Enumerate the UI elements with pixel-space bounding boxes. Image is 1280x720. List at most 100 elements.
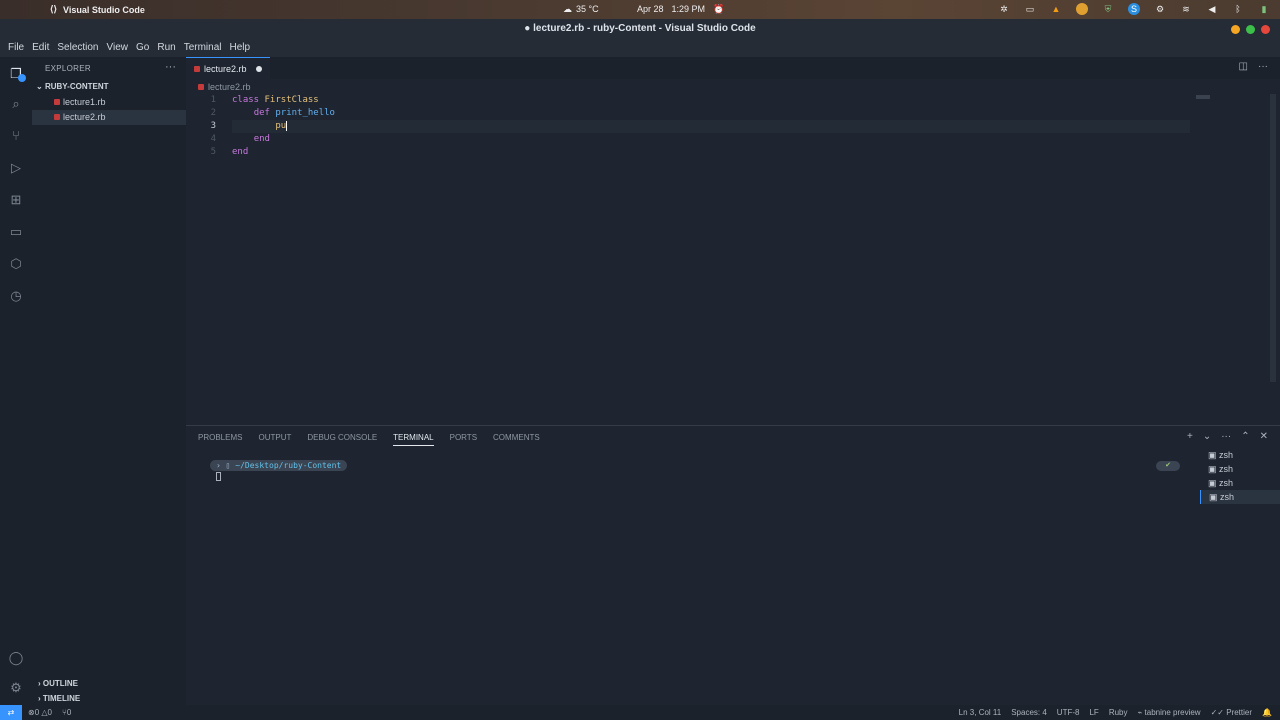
terminal-prompt: › ▯ ~/Desktop/ruby-Content: [210, 460, 348, 471]
ruby-file-icon: [54, 99, 60, 105]
code-line: 3 pu: [186, 120, 1196, 133]
file-item-lecture1[interactable]: lecture1.rb: [32, 95, 186, 110]
line-text: end: [232, 147, 249, 157]
notifications-icon[interactable]: 🔔: [1262, 708, 1272, 717]
tab-ports[interactable]: PORTS: [450, 433, 477, 446]
terminal-icon: ▣: [1208, 450, 1220, 460]
system-top-bar: ⟨⟩ Visual Studio Code ☁ 35 °C Apr 28 1:29 P…: [0, 0, 1280, 19]
minimize-button[interactable]: [1231, 25, 1240, 34]
file-item-lecture2[interactable]: lecture2.rb: [32, 110, 186, 125]
unsaved-dot-icon[interactable]: [256, 66, 262, 72]
cursor-position[interactable]: Ln 3, Col 11: [959, 708, 1002, 717]
terminal-cursor: [216, 472, 221, 481]
display-tray-icon[interactable]: ▭: [1024, 3, 1036, 15]
menu-run[interactable]: Run: [153, 39, 179, 57]
prettier-status[interactable]: ✓✓ Prettier: [1211, 708, 1252, 717]
code-line: 2 def print_hello: [186, 107, 1196, 120]
volume-icon[interactable]: ◀: [1206, 3, 1218, 15]
maximize-button[interactable]: [1246, 25, 1255, 34]
more-actions-icon[interactable]: ···: [1258, 61, 1268, 72]
tab-debug-console[interactable]: DEBUG CONSOLE: [307, 433, 377, 446]
panel-actions: + ⌄ ··· ⌃ ✕: [1187, 431, 1268, 442]
more-actions-icon[interactable]: ···: [165, 61, 176, 73]
chevron-down-icon[interactable]: ⌄: [1203, 431, 1211, 442]
tab-lecture2[interactable]: lecture2.rb: [186, 57, 270, 79]
timer-icon[interactable]: ◷: [7, 287, 25, 305]
clock[interactable]: Apr 28 1:29 PM ⏰: [637, 4, 724, 15]
battery-icon[interactable]: ▮: [1258, 3, 1270, 15]
end-of-line[interactable]: LF: [1089, 708, 1098, 717]
editor-tab-bar: lecture2.rb ◫ ···: [186, 57, 1280, 79]
ports-indicator[interactable]: ⑂0: [62, 708, 71, 717]
terminal-instance[interactable]: ▣ zsh: [1200, 448, 1280, 462]
terminal-icon: ▣: [1209, 492, 1221, 502]
menu-terminal[interactable]: Terminal: [180, 39, 226, 57]
new-terminal-icon[interactable]: +: [1187, 431, 1193, 442]
split-editor-icon[interactable]: ◫: [1239, 61, 1248, 72]
outline-section[interactable]: › OUTLINE: [38, 679, 78, 688]
terminal-icon: ▣: [1208, 478, 1220, 488]
tabnine-status[interactable]: ⌁ tabnine preview: [1138, 708, 1201, 717]
maximize-panel-icon[interactable]: ⌃: [1241, 431, 1249, 442]
menu-edit[interactable]: Edit: [28, 39, 53, 57]
error-icon: ⊗: [28, 708, 35, 717]
bluetooth-icon[interactable]: ᛒ: [1232, 3, 1244, 15]
tab-terminal[interactable]: TERMINAL: [393, 433, 434, 446]
apple-icon: ›: [216, 461, 226, 470]
active-app-name[interactable]: ⟨⟩ Visual Studio Code: [50, 4, 145, 15]
tab-output[interactable]: OUTPUT: [258, 433, 291, 446]
menu-view[interactable]: View: [103, 39, 133, 57]
system-tray: ✲ ▭ ▲ ⛨ S ⚙ ≋ ◀ ᛒ ▮: [998, 3, 1270, 15]
tab-problems[interactable]: PROBLEMS: [198, 433, 242, 446]
workspace-folder[interactable]: ⌄ RUBY-CONTENT: [36, 82, 109, 91]
extensions-icon[interactable]: ⊞: [7, 191, 25, 209]
source-control-icon[interactable]: ⑂: [7, 127, 25, 145]
explorer-header: EXPLORER: [45, 64, 91, 73]
account-icon[interactable]: ◯: [7, 649, 25, 667]
search-icon[interactable]: ⌕: [7, 95, 25, 113]
code-editor[interactable]: 1 class FirstClass 2 def print_hello 3 p…: [186, 94, 1280, 424]
editor-scrollbar[interactable]: [1270, 94, 1276, 382]
folder-icon[interactable]: ▭: [7, 223, 25, 241]
close-button[interactable]: [1261, 25, 1270, 34]
terminal-instance[interactable]: ▣ zsh: [1200, 462, 1280, 476]
terminal-instance[interactable]: ▣ zsh: [1200, 490, 1280, 504]
remote-indicator-icon[interactable]: ⇄: [0, 705, 22, 720]
status-bar: ⇄ ⊗0 △0 ⑂0 Ln 3, Col 11 Spaces: 4 UTF-8 …: [0, 705, 1280, 720]
encoding[interactable]: UTF-8: [1057, 708, 1080, 717]
wifi-icon[interactable]: ≋: [1180, 3, 1192, 15]
close-panel-icon[interactable]: ✕: [1260, 431, 1268, 442]
menu-help[interactable]: Help: [226, 39, 255, 57]
skype-tray-icon[interactable]: S: [1128, 3, 1140, 15]
indentation[interactable]: Spaces: 4: [1011, 708, 1047, 717]
ruby-file-icon: [198, 84, 204, 90]
weather-indicator[interactable]: ☁ 35 °C: [563, 4, 599, 15]
line-number: 3: [210, 121, 216, 131]
run-debug-icon[interactable]: ▷: [7, 159, 25, 177]
remote-explorer-icon[interactable]: ⬡: [7, 255, 25, 273]
menu-file[interactable]: File: [4, 39, 28, 57]
ruby-file-icon: [194, 66, 200, 72]
more-actions-icon[interactable]: ···: [1221, 431, 1231, 442]
check-icon: ✔: [1156, 461, 1180, 471]
shield-tray-icon[interactable]: ⛨: [1102, 3, 1114, 15]
window-title-bar: ● lecture2.rb - ruby-Content - Visual St…: [0, 19, 1280, 39]
breadcrumb[interactable]: lecture2.rb: [198, 82, 251, 92]
terminal-icon: ▣: [1208, 464, 1220, 474]
problems-indicator[interactable]: ⊗0 △0: [28, 708, 52, 717]
extensions-tray-icon[interactable]: ⚙: [1154, 3, 1166, 15]
language-mode[interactable]: Ruby: [1109, 708, 1128, 717]
code-line: 4 end: [186, 133, 1196, 146]
settings-tray-icon[interactable]: ✲: [998, 3, 1010, 15]
editor-actions: ◫ ···: [1239, 61, 1268, 72]
gear-icon[interactable]: ⚙: [7, 679, 25, 697]
terminal-instance[interactable]: ▣ zsh: [1200, 476, 1280, 490]
vlc-tray-icon[interactable]: ▲: [1050, 3, 1062, 15]
minimap[interactable]: [1196, 95, 1210, 99]
chrome-tray-icon[interactable]: [1076, 3, 1088, 15]
menu-go[interactable]: Go: [132, 39, 153, 57]
tab-comments[interactable]: COMMENTS: [493, 433, 540, 446]
vscode-icon: ⟨⟩: [50, 4, 58, 14]
menu-selection[interactable]: Selection: [53, 39, 102, 57]
timeline-section[interactable]: › TIMELINE: [38, 694, 80, 703]
